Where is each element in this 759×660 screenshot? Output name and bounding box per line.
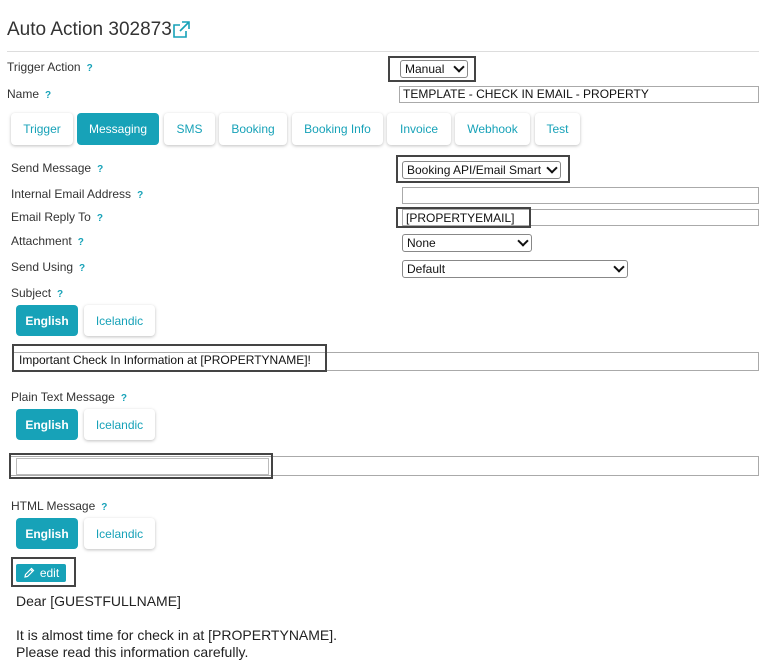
help-icon[interactable]: ? — [87, 63, 93, 74]
plain-text-lang-english[interactable]: English — [16, 409, 78, 440]
subject-lang-english[interactable]: English — [16, 305, 78, 336]
help-icon[interactable]: ? — [79, 263, 85, 274]
tab-messaging[interactable]: Messaging — [77, 113, 159, 145]
chevron-down-icon — [613, 261, 625, 273]
subject-highlight: Important Check In Information at [PROPE… — [12, 344, 327, 372]
help-icon[interactable]: ? — [121, 393, 127, 404]
chevron-down-icon — [546, 162, 558, 174]
edit-button[interactable]: edit — [16, 564, 66, 582]
help-icon[interactable]: ? — [137, 190, 143, 201]
send-message-label: Send Message? — [11, 161, 104, 175]
page-title: Auto Action 302873 — [7, 19, 172, 40]
pencil-icon — [24, 567, 35, 578]
tab-invoice[interactable]: Invoice — [387, 113, 451, 145]
chevron-down-icon — [517, 235, 529, 247]
help-icon[interactable]: ? — [57, 289, 63, 300]
html-preview-line3: Please read this information carefully. — [16, 644, 249, 660]
tab-booking[interactable]: Booking — [219, 113, 287, 145]
help-icon[interactable]: ? — [45, 90, 51, 101]
tab-sms[interactable]: SMS — [164, 113, 215, 145]
attachment-select[interactable]: None — [402, 234, 532, 252]
tab-webhook[interactable]: Webhook — [455, 113, 530, 145]
html-preview-line1: Dear [GUESTFULLNAME] — [16, 593, 181, 609]
email-reply-to-label: Email Reply To? — [11, 210, 103, 224]
tab-trigger[interactable]: Trigger — [11, 113, 73, 145]
plain-text-lang-icelandic[interactable]: Icelandic — [84, 409, 155, 440]
tab-test[interactable]: Test — [535, 113, 580, 145]
internal-email-label: Internal Email Address? — [11, 187, 144, 201]
subject-lang-icelandic[interactable]: Icelandic — [84, 305, 155, 336]
name-label: Name? — [7, 87, 52, 101]
html-message-label: HTML Message? — [11, 499, 108, 513]
email-reply-to-highlight: [PROPERTYEMAIL] — [396, 207, 531, 228]
name-input[interactable]: TEMPLATE - CHECK IN EMAIL - PROPERTY — [399, 86, 759, 103]
trigger-action-label: Trigger Action? — [7, 60, 93, 74]
plain-text-inner-field[interactable] — [16, 458, 269, 475]
trigger-action-select[interactable]: Manual — [400, 60, 468, 78]
internal-email-input[interactable] — [402, 187, 759, 204]
help-icon[interactable]: ? — [97, 213, 103, 224]
send-message-select[interactable]: Booking API/Email Smart — [402, 161, 561, 179]
header-divider — [7, 51, 759, 52]
plain-text-label: Plain Text Message? — [11, 390, 127, 404]
help-icon[interactable]: ? — [101, 502, 107, 513]
html-preview-line2: It is almost time for check in at [PROPE… — [16, 627, 338, 643]
external-link-icon[interactable] — [171, 20, 191, 40]
send-using-label: Send Using? — [11, 260, 86, 274]
send-using-select[interactable]: Default — [402, 260, 628, 278]
html-lang-icelandic[interactable]: Icelandic — [84, 518, 155, 549]
attachment-label: Attachment? — [11, 234, 84, 248]
subject-label: Subject? — [11, 286, 64, 300]
html-lang-english[interactable]: English — [16, 518, 78, 549]
help-icon[interactable]: ? — [97, 164, 103, 175]
tab-booking-info[interactable]: Booking Info — [292, 113, 383, 145]
chevron-down-icon — [453, 61, 465, 73]
help-icon[interactable]: ? — [78, 237, 84, 248]
